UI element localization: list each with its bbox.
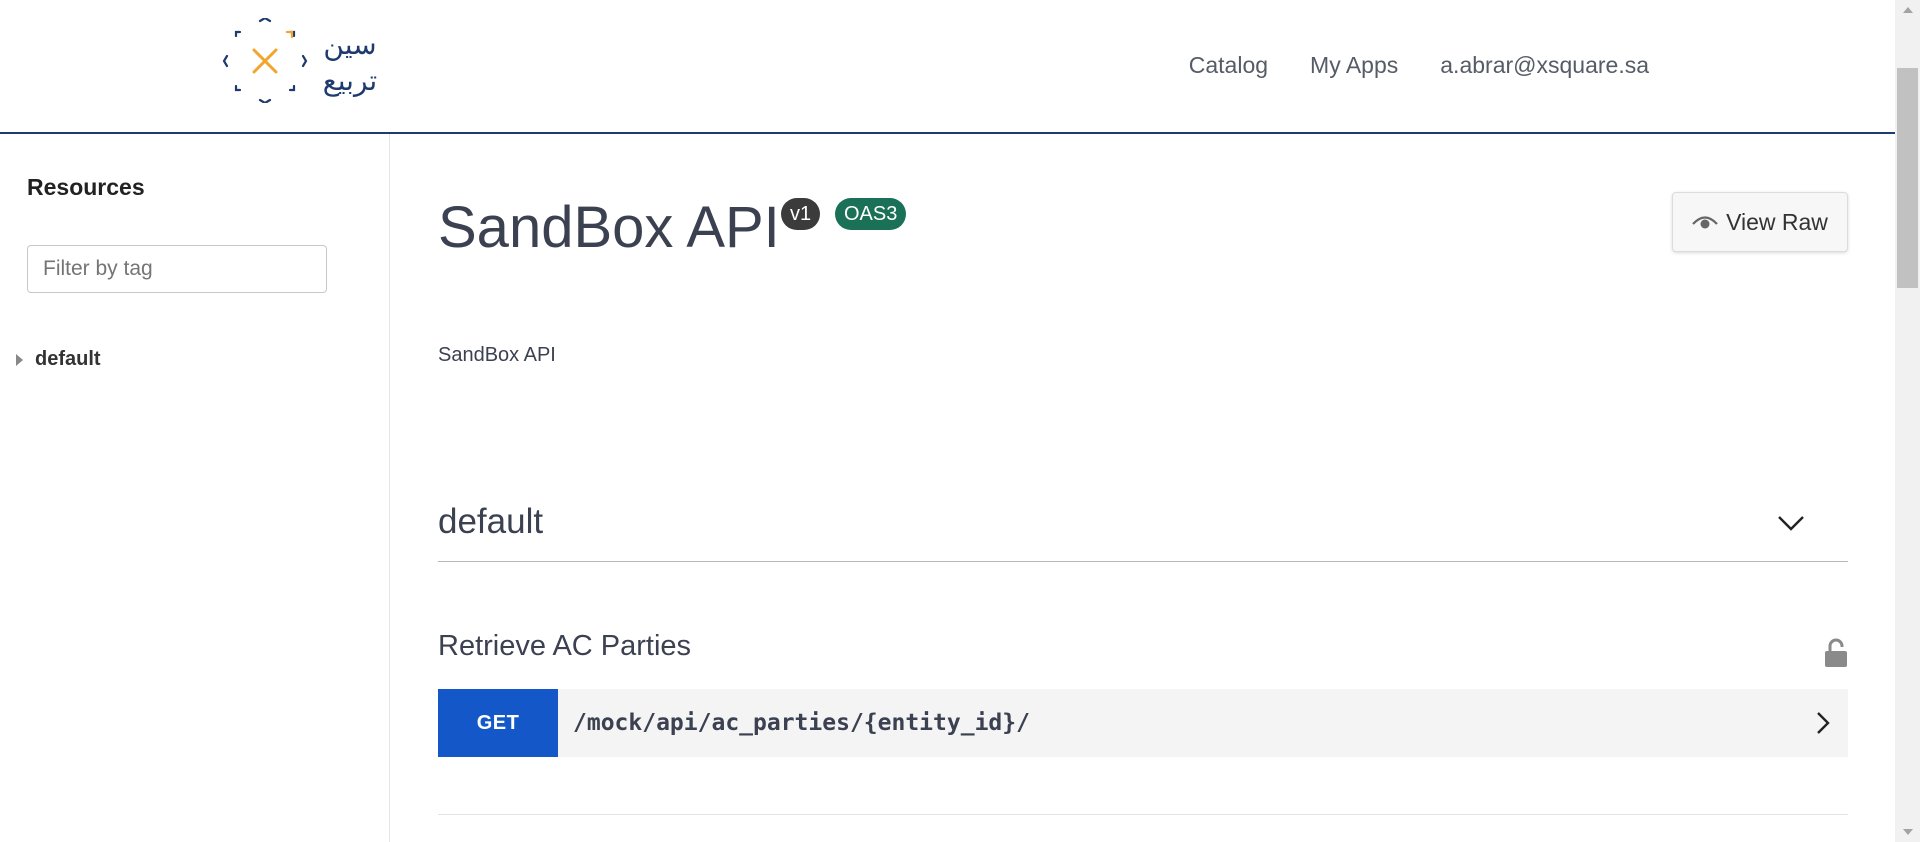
tag-section-default-header[interactable]: default [438, 494, 1848, 562]
oas-badge: OAS3 [835, 198, 907, 230]
sidebar-item-label: default [35, 348, 101, 370]
sidebar-title: Resources [27, 174, 145, 200]
api-description: SandBox API [438, 344, 556, 366]
sidebar-item-default[interactable]: default [16, 348, 101, 371]
scrollbar-thumb[interactable] [1897, 68, 1918, 288]
xsquare-logo-icon: سين تربيع [222, 16, 377, 105]
api-docs-main: SandBox API v1 OAS3 View Raw SandBox API… [438, 134, 1848, 842]
logo-text-line1: سين [323, 28, 376, 61]
filter-by-tag-input[interactable] [27, 245, 327, 293]
view-raw-label: View Raw [1726, 208, 1828, 235]
nav-catalog-link[interactable]: Catalog [1189, 52, 1268, 79]
http-method-badge: GET [438, 689, 558, 757]
divider [438, 814, 1848, 815]
operation-path: /mock/api/ac_parties/{entity_id}/ [573, 710, 1030, 736]
resources-sidebar: Resources default [0, 134, 390, 842]
top-navbar: سين تربيع Catalog My Apps a.abrar@xsquar… [0, 0, 1895, 134]
eye-icon [1692, 216, 1718, 229]
chevron-down-icon[interactable] [1778, 514, 1804, 532]
chevron-right-icon[interactable] [1816, 711, 1830, 735]
operation-get-ac-parties[interactable]: GET /mock/api/ac_parties/{entity_id}/ [438, 689, 1848, 757]
nav-user-account-link[interactable]: a.abrar@xsquare.sa [1440, 52, 1649, 79]
nav-my-apps-link[interactable]: My Apps [1310, 52, 1398, 79]
view-raw-button[interactable]: View Raw [1672, 192, 1848, 252]
vertical-scrollbar[interactable] [1895, 0, 1920, 842]
scroll-up-arrow-icon[interactable] [1903, 7, 1913, 13]
version-badge: v1 [781, 198, 821, 230]
logo-text-line2: تربيع [323, 64, 377, 97]
lock-icon[interactable] [1824, 638, 1848, 668]
caret-right-icon [16, 353, 23, 366]
site-logo[interactable]: سين تربيع [222, 16, 392, 105]
tag-section-title: default [438, 502, 544, 541]
main-nav: Catalog My Apps a.abrar@xsquare.sa [1189, 52, 1649, 79]
scroll-down-arrow-icon[interactable] [1903, 829, 1913, 835]
api-title: SandBox API [438, 195, 780, 260]
operation-summary: Retrieve AC Parties [438, 630, 692, 662]
